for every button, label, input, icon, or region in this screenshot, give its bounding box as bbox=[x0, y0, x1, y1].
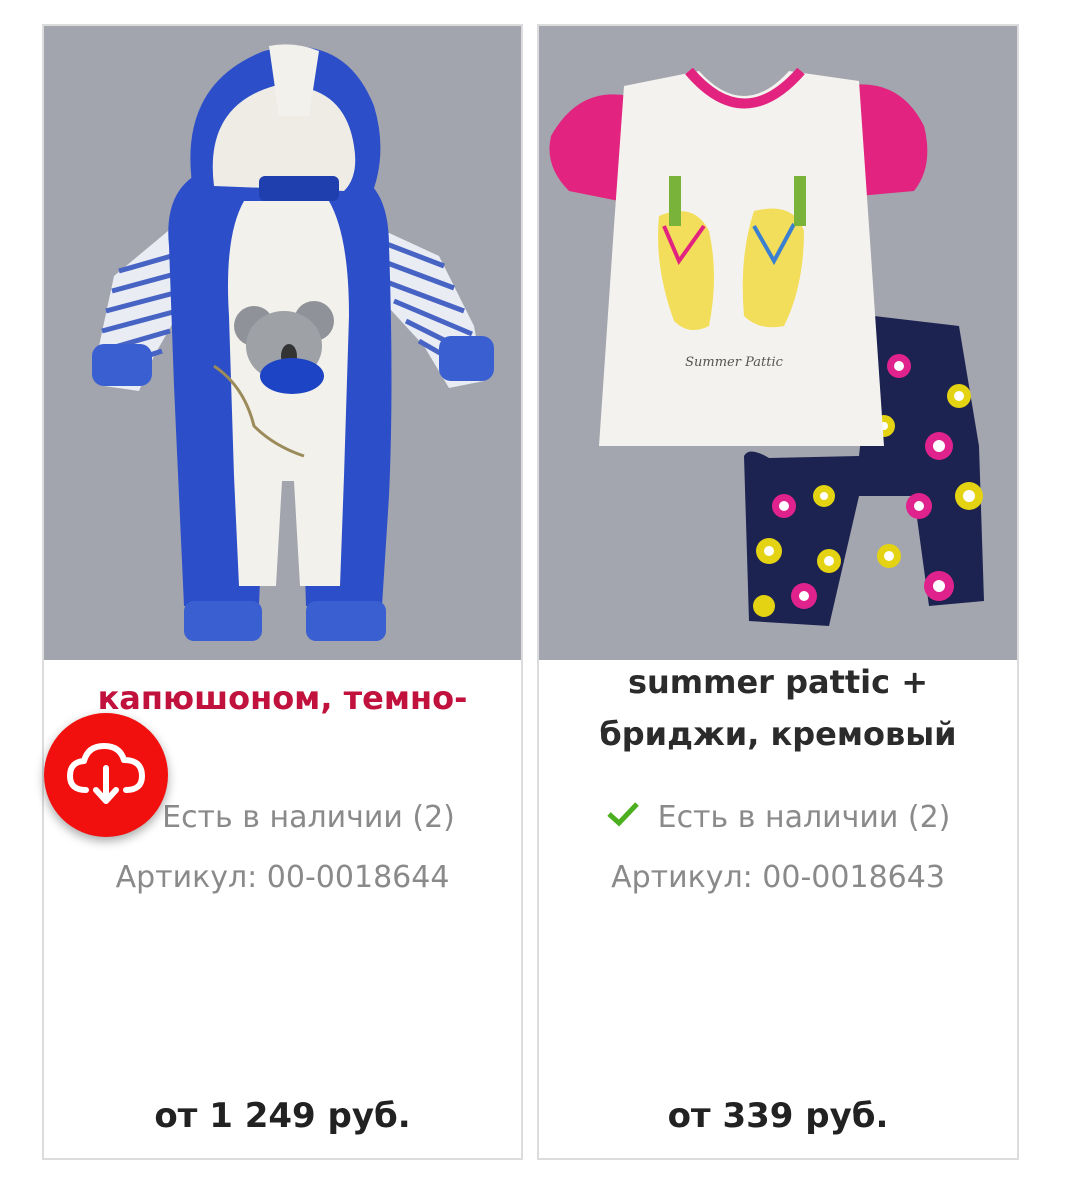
availability-text: Есть в наличии (2) bbox=[162, 800, 455, 835]
product-title-line[interactable]: бриджи, кремовый bbox=[551, 708, 1005, 760]
product-sku: Артикул: 00-0018643 bbox=[611, 860, 945, 895]
product-price: от 1 249 руб. bbox=[154, 1096, 411, 1136]
jumpsuit-photo bbox=[44, 26, 521, 660]
product-card[interactable]: Summer Pattic summer pattic + бриджи, кр… bbox=[537, 24, 1019, 1160]
product-sku: Артикул: 00-0018644 bbox=[115, 860, 450, 895]
tshirt-set-photo: Summer Pattic bbox=[539, 26, 1017, 660]
cloud-download-icon bbox=[64, 740, 148, 810]
product-image-tshirt-set[interactable]: Summer Pattic bbox=[539, 26, 1017, 660]
product-title-line[interactable]: мальчика осенний с bbox=[56, 660, 509, 672]
download-button[interactable] bbox=[44, 713, 168, 837]
availability-text: Есть в наличии (2) bbox=[657, 800, 951, 835]
check-icon bbox=[606, 797, 640, 841]
product-card[interactable]: мальчика осенний с капюшоном, темно- Ест… bbox=[42, 24, 523, 1160]
product-image-jumpsuit[interactable] bbox=[44, 26, 521, 660]
tshirt-print-text: Summer Pattic bbox=[685, 355, 783, 370]
product-title-line[interactable]: summer pattic + bbox=[551, 660, 1005, 708]
product-price: от 339 руб. bbox=[667, 1096, 889, 1136]
availability-status: Есть в наличии (2) bbox=[539, 796, 1017, 841]
product-title[interactable]: summer pattic + бриджи, кремовый bbox=[539, 660, 1017, 810]
